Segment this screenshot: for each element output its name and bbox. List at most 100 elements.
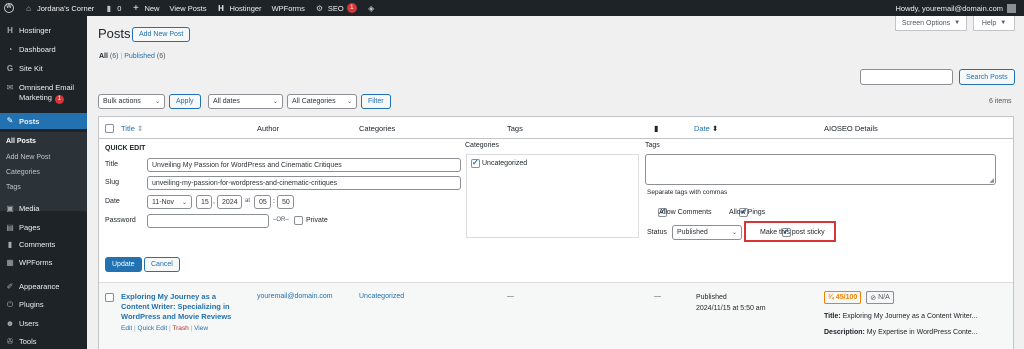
bulk-actions-select[interactable]: Bulk actions ⌄	[98, 94, 165, 109]
minute-field[interactable]: 50	[277, 195, 294, 209]
tags-cell: —	[507, 293, 514, 300]
category-uncategorized-label: Uncategorized	[482, 160, 528, 167]
seo-na-badge[interactable]: ⊘ N/A	[866, 291, 894, 304]
month-select[interactable]: 11-Nov ⌄	[147, 195, 192, 209]
submenu-categories[interactable]: Categories	[6, 169, 40, 176]
howdy-text: Howdy, youremail@domain.com	[895, 3, 1003, 13]
sidebar-item-tools[interactable]: ✇ Tools	[0, 337, 87, 347]
seo-menu[interactable]: ⚙ SEO 1	[310, 0, 362, 16]
seo-title-label: Title:	[824, 313, 841, 320]
view-all-link[interactable]: All (6)	[99, 53, 118, 60]
view-posts-link[interactable]: View Posts	[164, 0, 211, 16]
avatar	[1007, 3, 1016, 13]
wpforms-menu[interactable]: WPForms	[267, 0, 310, 16]
seo-title-value: Exploring My Journey as a Content Writer…	[842, 313, 978, 320]
view-separator: |	[120, 53, 123, 60]
hostinger-label: Hostinger	[229, 3, 262, 13]
submenu-add-new-post[interactable]: Add New Post	[6, 154, 50, 161]
table-row: Exploring My Journey as a Content Writer…	[99, 283, 1013, 349]
hour-field[interactable]: 05	[254, 195, 271, 209]
edit-link[interactable]: Edit	[121, 325, 132, 332]
quick-edit-link[interactable]: Quick Edit	[138, 325, 168, 332]
time-colon: :	[273, 198, 275, 205]
seo-score-icon: ¼	[828, 294, 834, 301]
trash-link[interactable]: Trash	[172, 325, 188, 332]
resize-handle-icon[interactable]: ◢	[989, 177, 994, 184]
slug-field[interactable]: unveiling-my-passion-for-wordpress-and-c…	[147, 176, 461, 190]
posts-submenu: All Posts Add New Post Categories Tags	[0, 132, 87, 211]
filter-button[interactable]: Filter	[361, 94, 391, 109]
sidebar-item-users[interactable]: ☻ Users	[0, 319, 87, 329]
sort-descending-icon: ⬍	[711, 124, 719, 133]
cancel-button[interactable]: Cancel	[144, 257, 180, 272]
category-filter-select[interactable]: All Categories ⌄	[287, 94, 357, 109]
select-all-checkbox[interactable]	[105, 124, 114, 134]
private-checkbox[interactable]	[294, 216, 303, 226]
sidebar-item-wpforms[interactable]: ▦ WPForms	[0, 258, 87, 268]
column-author-header: Author	[257, 124, 280, 133]
date-filter-select[interactable]: All dates ⌄	[208, 94, 283, 109]
sidebar-item-hostinger[interactable]: H Hostinger	[0, 26, 87, 36]
circle-slash-icon: ⊘	[870, 294, 877, 302]
sidebar-item-posts[interactable]: ✎ Posts	[0, 113, 87, 129]
sidebar-item-label: Media	[19, 204, 40, 213]
title-field[interactable]: Unveiling My Passion for WordPress and C…	[147, 158, 461, 172]
comments-menu[interactable]: ▮ 0	[99, 0, 126, 16]
wordpress-logo-icon: W	[4, 3, 14, 13]
add-new-post-button[interactable]: Add New Post	[132, 27, 191, 42]
search-posts-button[interactable]: Search Posts	[959, 69, 1015, 85]
submenu-tags[interactable]: Tags	[6, 184, 21, 191]
status-select[interactable]: Published ⌄	[672, 225, 742, 240]
my-account-menu[interactable]: Howdy, youremail@domain.com	[895, 0, 1016, 16]
seo-score-badge[interactable]: ¼ 45/100	[824, 291, 862, 304]
allow-comments-label: Allow Comments	[659, 209, 712, 216]
seo-description-line: Description: My Expertise in WordPress C…	[824, 329, 978, 336]
category-uncategorized-checkbox[interactable]	[471, 158, 480, 169]
wp-logo-menu[interactable]: W	[0, 0, 19, 16]
sidebar-item-media[interactable]: ▣ Media	[0, 204, 87, 214]
date-value: 2024/11/15 at 5:50 am	[696, 305, 766, 312]
sort-icon: ⇕	[136, 124, 144, 133]
password-field[interactable]	[147, 214, 269, 228]
categories-box-label: Categories	[465, 142, 499, 149]
screen-options-button[interactable]: Screen Options ▼	[895, 16, 967, 31]
help-button[interactable]: Help ▼	[973, 16, 1015, 31]
sidebar-item-plugins[interactable]: ⏻ Plugins	[0, 300, 87, 310]
year-field[interactable]: 2024	[217, 195, 242, 209]
diamond-menu[interactable]: ◈	[362, 0, 385, 16]
post-title-link[interactable]: Exploring My Journey as a Content Writer…	[121, 292, 246, 322]
envelope-icon: ✉	[6, 83, 14, 92]
hostinger-menu[interactable]: H Hostinger	[211, 0, 266, 16]
sidebar-item-label: Marketing	[19, 93, 52, 102]
seo-score-value: 45/100	[835, 294, 858, 301]
new-content-menu[interactable]: + New	[126, 0, 164, 16]
row-checkbox[interactable]	[105, 293, 114, 303]
sidebar-item-dashboard[interactable]: ◔ Dashboard	[0, 45, 87, 55]
view-published-link[interactable]: Published (6)	[124, 53, 165, 60]
update-button[interactable]: Update	[105, 257, 142, 272]
column-title-header[interactable]: Title ⇕	[121, 124, 143, 133]
day-field[interactable]: 15	[196, 195, 212, 209]
site-name-menu[interactable]: ⌂ Jordana's Corner	[19, 0, 99, 16]
comments-column-icon[interactable]: ▮	[654, 124, 658, 133]
sidebar-item-comments[interactable]: ▮ Comments	[0, 240, 87, 250]
sidebar-item-pages[interactable]: ▤ Pages	[0, 223, 87, 233]
chevron-down-icon: ⌄	[272, 99, 278, 105]
search-input[interactable]	[860, 69, 953, 85]
category-link[interactable]: Uncategorized	[359, 293, 404, 300]
column-date-header[interactable]: Date ⬍	[694, 124, 718, 133]
comment-bubble-icon: ▮	[7, 240, 13, 249]
apply-button[interactable]: Apply	[169, 94, 201, 109]
chevron-down-icon: ⌄	[181, 199, 187, 206]
submenu-all-posts[interactable]: All Posts	[6, 138, 36, 145]
sidebar-item-site-kit[interactable]: G Site Kit	[0, 64, 87, 74]
comment-bubble-icon: ▮	[106, 3, 111, 13]
author-link[interactable]: youremail@domain.com	[257, 293, 333, 300]
view-link[interactable]: View	[194, 325, 208, 332]
date-filter-value: All dates	[213, 98, 240, 105]
sidebar-item-omnisend[interactable]: ✉ Omnisend Email Marketing 1	[0, 83, 87, 104]
omnisend-label-wrap: Omnisend Email Marketing 1	[19, 83, 74, 104]
seo-description-value: My Expertise in WordPress Conte...	[866, 329, 978, 336]
sidebar-item-appearance[interactable]: ✐ Appearance	[0, 282, 87, 292]
tags-textarea[interactable]: ◢	[645, 154, 996, 185]
